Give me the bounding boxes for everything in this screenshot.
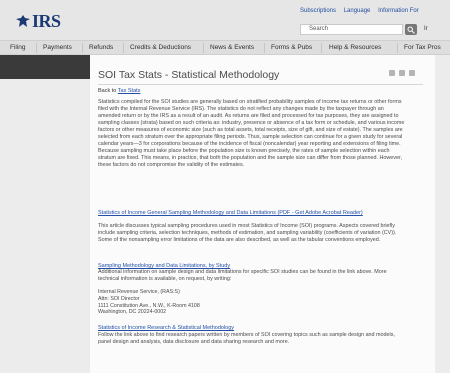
nav-divider [203,43,204,53]
address-line: Internal Revenue Service, (RAS:S) [98,289,180,295]
email-icon[interactable] [409,70,415,76]
nav-divider [264,43,265,53]
nav-payments[interactable]: Payments [43,44,72,51]
irs-logo[interactable]: IRS [15,10,61,31]
search-input[interactable]: Search [300,24,403,35]
utility-links: Subscriptions Language Information For [300,8,425,14]
research-methodology-link[interactable]: Statistics of Income Research & Statisti… [98,325,398,332]
search-icon [407,26,415,34]
back-prefix: Back to [98,88,117,94]
language-link[interactable]: Language [344,8,371,14]
intro-paragraph: Statistics compiled for the SOI studies … [98,99,405,168]
general-methodology-link[interactable]: Statistics of Income General Sampling Me… [98,210,398,217]
nav-divider [123,43,124,53]
search-button[interactable] [405,24,417,35]
breadcrumb: Back to Tax Stats [98,88,140,94]
page-title: SOI Tax Stats - Statistical Methodology [98,69,280,81]
site-header: IRS Subscriptions Language Information F… [0,0,450,40]
nav-credits-deductions[interactable]: Credits & Deductions [130,44,191,51]
address-line: Attn: SOI Director [98,295,140,302]
nav-forms-pubs[interactable]: Forms & Pubs [271,44,312,51]
title-divider [98,84,423,85]
logo-text: IRS [32,10,61,31]
nav-filing[interactable]: Filing [10,44,26,51]
nav-news-events[interactable]: News & Events [210,44,254,51]
research-methodology-text: Follow the link above to find research p… [98,332,395,345]
back-link[interactable]: Tax Stats [118,88,141,94]
search-tag: Ir [424,26,428,32]
address-line: 1111 Constitution Ave., N.W., K-Room 410… [98,302,200,309]
general-methodology-text: This article discusses typical sampling … [98,223,397,243]
mailing-address: Internal Revenue Service, (RAS:S) Attn: … [98,289,200,316]
nav-refunds[interactable]: Refunds [89,44,113,51]
share-icon[interactable] [389,70,395,76]
print-icon[interactable] [399,70,405,76]
nav-divider [36,43,37,53]
nav-help-resources[interactable]: Help & Resources [329,44,381,51]
nav-tax-pros[interactable]: For Tax Pros [404,44,441,51]
subscriptions-link[interactable]: Subscriptions [300,8,336,14]
study-limitations-text: Additional information on sample design … [98,269,387,282]
dark-panel [0,55,95,79]
nav-divider [82,43,83,53]
search-placeholder: Search [309,26,329,32]
nav-divider [397,43,398,53]
address-line: Washington, DC 20224-0002 [98,309,167,316]
main-nav: Filing Payments Refunds Credits & Deduct… [0,40,450,55]
page-tools [389,70,415,76]
nav-divider [321,43,322,53]
eagle-icon [16,15,30,27]
main-content: SOI Tax Stats - Statistical Methodology … [90,55,435,373]
information-for-link[interactable]: Information For [378,8,419,14]
